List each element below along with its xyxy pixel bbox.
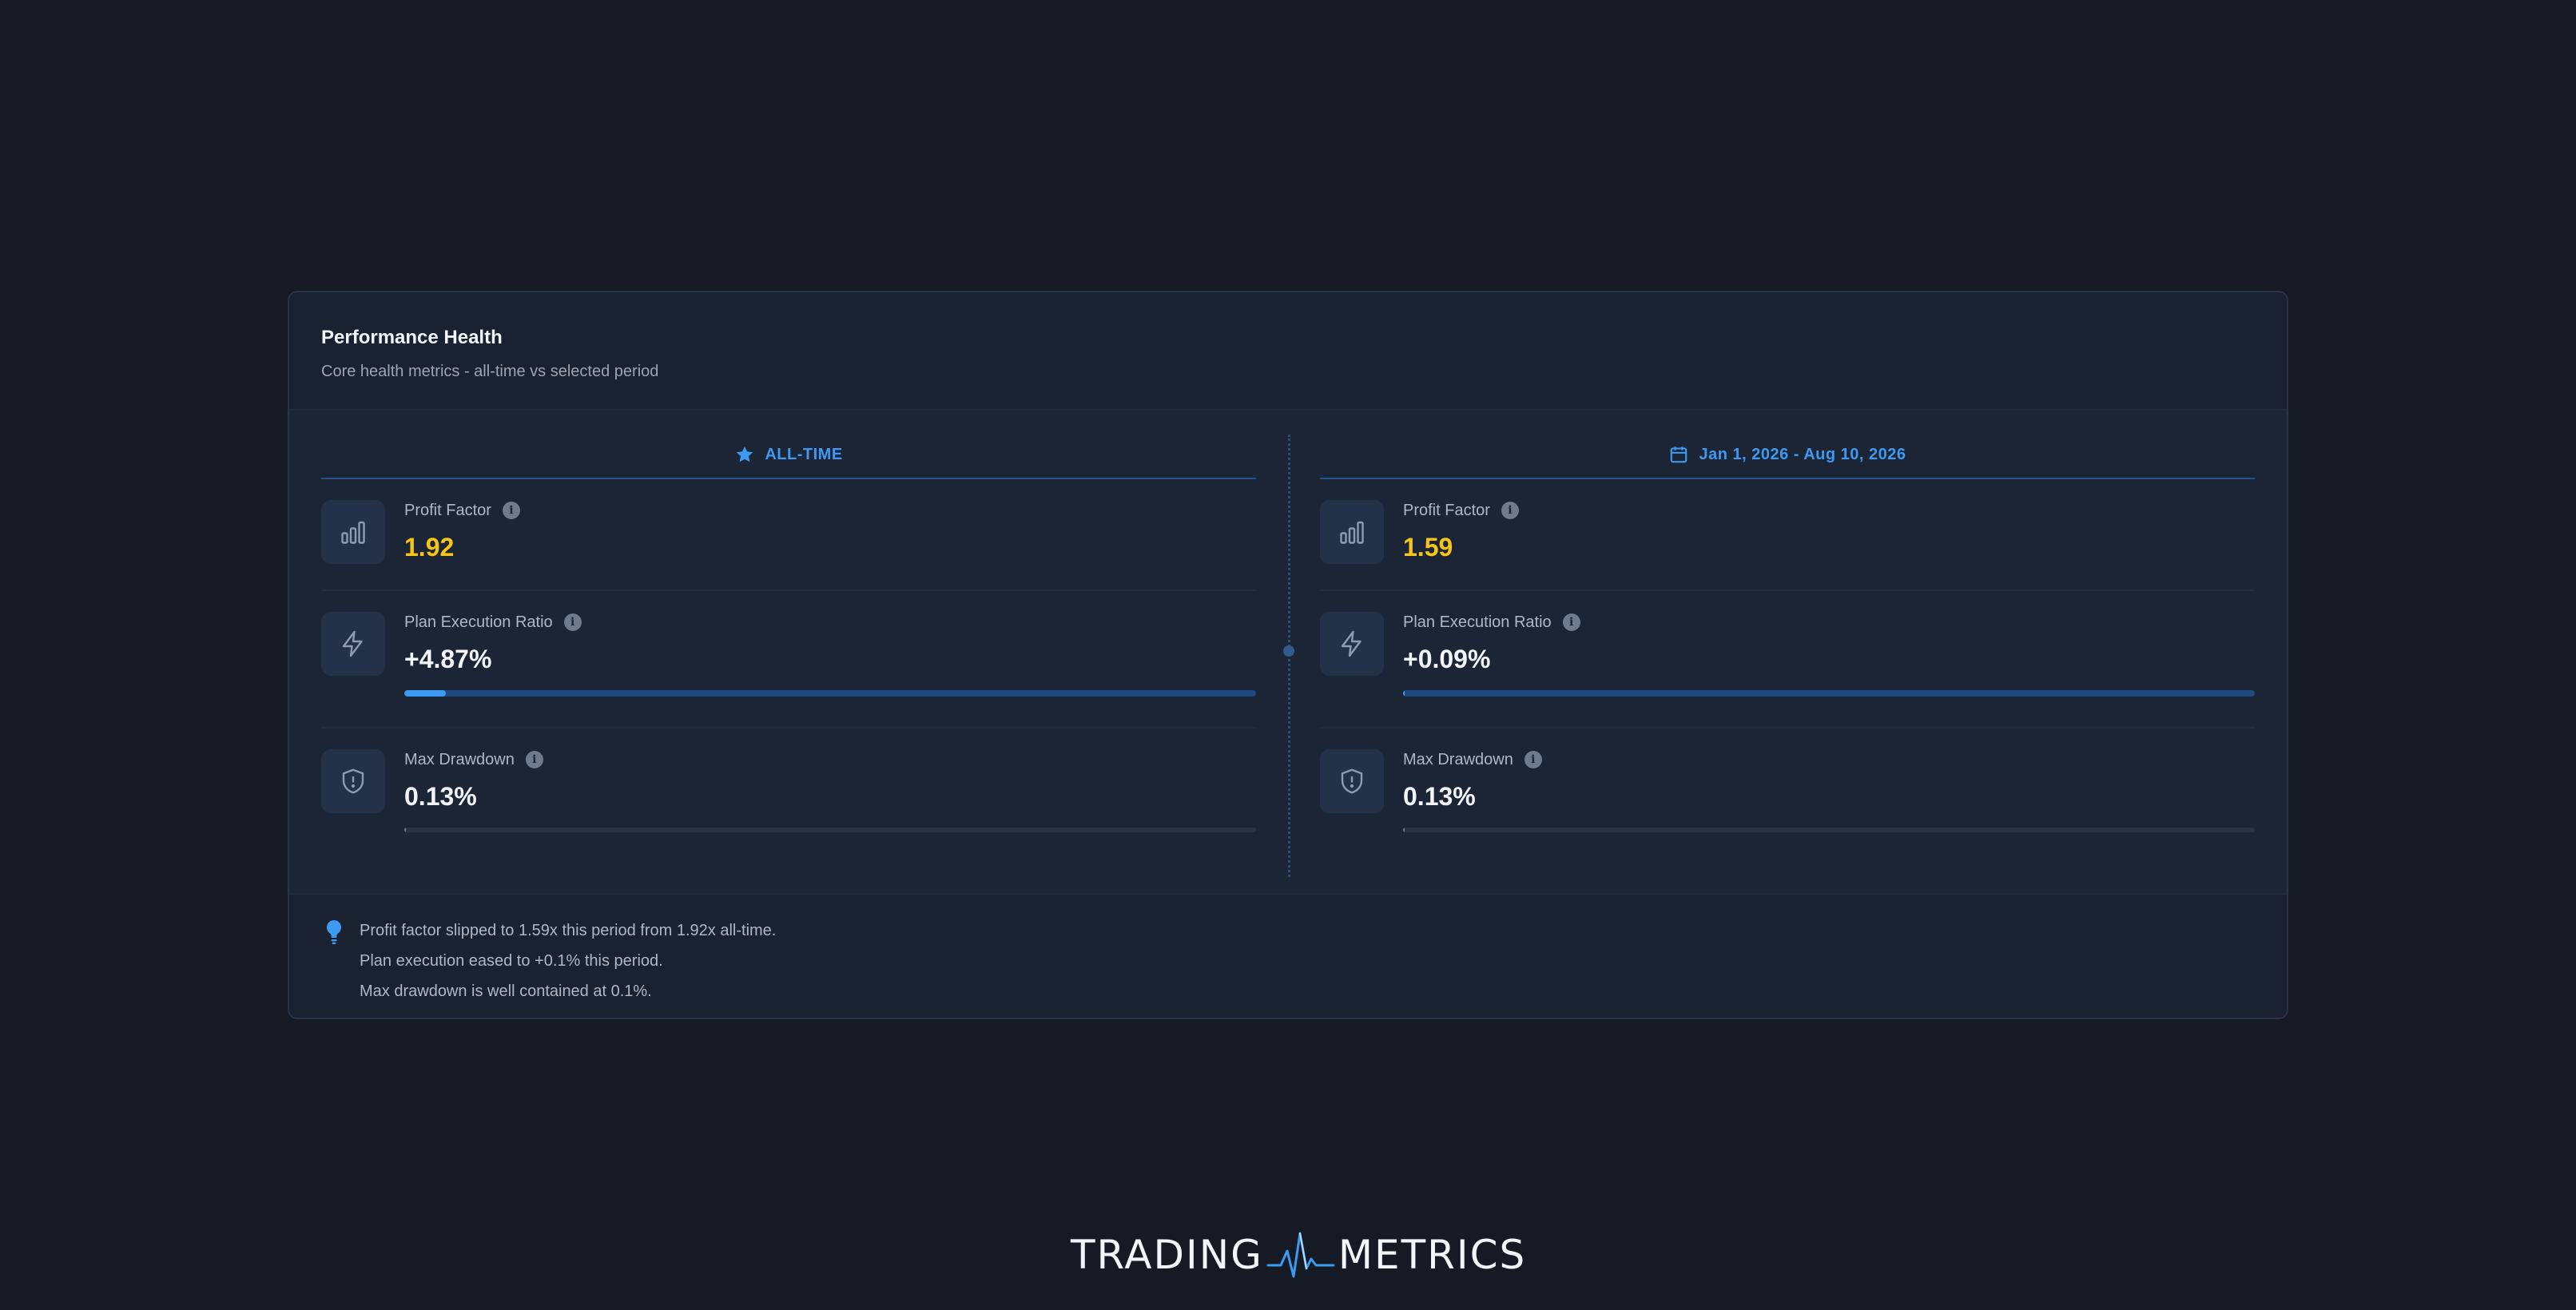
metric-value: +0.09% bbox=[1403, 645, 1491, 673]
metric-value: 1.92 bbox=[404, 533, 455, 562]
divider-dot bbox=[1283, 645, 1294, 657]
brand-text-right: METRICS bbox=[1338, 1232, 1527, 1278]
insight-item: Plan execution eased to +0.1% this perio… bbox=[360, 952, 663, 970]
info-icon[interactable]: i bbox=[563, 613, 582, 631]
metric-label: Profit Factor bbox=[404, 502, 491, 519]
brand-logo: TRADING METRICS bbox=[1071, 1227, 1525, 1283]
bar-chart-icon bbox=[321, 500, 385, 564]
column-all-time: ALL-TIME Profit Factor i 1.92 Plan Execu… bbox=[321, 431, 1256, 863]
shield-alert-icon bbox=[321, 749, 385, 813]
metric-label: Max Drawdown bbox=[1403, 751, 1513, 768]
metric-plan-execution-ratio: Plan Execution Ratio i +0.09% bbox=[1320, 591, 2255, 728]
column-header-period: Jan 1, 2026 - Aug 10, 2026 bbox=[1320, 431, 2255, 479]
pulse-logo-icon bbox=[1265, 1227, 1337, 1283]
lightbulb-icon bbox=[324, 919, 344, 946]
star-icon bbox=[734, 444, 755, 465]
progress-fill bbox=[404, 828, 406, 832]
metric-value: 0.13% bbox=[1403, 782, 1476, 811]
info-icon[interactable]: i bbox=[525, 751, 543, 768]
progress-fill bbox=[1403, 690, 1405, 697]
metric-label: Plan Execution Ratio bbox=[404, 613, 553, 631]
insights-list: Profit factor slipped to 1.59x this peri… bbox=[360, 915, 776, 1006]
metric-max-drawdown: Max Drawdown i 0.13% bbox=[321, 728, 1256, 863]
card-subtitle: Core health metrics - all-time vs select… bbox=[321, 363, 659, 380]
lightning-icon bbox=[1320, 612, 1384, 676]
info-icon[interactable]: i bbox=[502, 502, 520, 519]
progress-bar bbox=[404, 690, 1256, 697]
shield-alert-icon bbox=[1320, 749, 1384, 813]
metric-profit-factor: Profit Factor i 1.59 bbox=[1320, 479, 2255, 591]
progress-bar bbox=[1403, 690, 2255, 697]
info-icon[interactable]: i bbox=[1501, 502, 1519, 519]
progress-fill bbox=[404, 690, 446, 697]
insight-item: Profit factor slipped to 1.59x this peri… bbox=[360, 922, 777, 939]
metric-label: Profit Factor bbox=[1403, 502, 1490, 519]
comparison-body: ALL-TIME Profit Factor i 1.92 Plan Execu… bbox=[289, 411, 2287, 893]
card-title: Performance Health bbox=[321, 327, 503, 348]
card-header: Performance Health Core health metrics -… bbox=[289, 292, 2287, 411]
column-header-all-time: ALL-TIME bbox=[321, 431, 1256, 479]
bar-chart-icon bbox=[1320, 500, 1384, 564]
metric-value: 0.13% bbox=[404, 782, 477, 811]
metric-label: Plan Execution Ratio bbox=[1403, 613, 1552, 631]
metric-value: 1.59 bbox=[1403, 533, 1453, 562]
calendar-icon bbox=[1668, 444, 1689, 465]
progress-bar bbox=[1403, 828, 2255, 832]
insights-footer: Profit factor slipped to 1.59x this peri… bbox=[289, 893, 2287, 1018]
info-icon[interactable]: i bbox=[1524, 751, 1542, 768]
performance-health-card: Performance Health Core health metrics -… bbox=[288, 291, 2288, 1019]
info-icon[interactable]: i bbox=[1562, 613, 1580, 631]
progress-bar bbox=[404, 828, 1256, 832]
progress-fill bbox=[1403, 828, 1405, 832]
metric-plan-execution-ratio: Plan Execution Ratio i +4.87% bbox=[321, 591, 1256, 728]
lightning-icon bbox=[321, 612, 385, 676]
column-header-label: Jan 1, 2026 - Aug 10, 2026 bbox=[1699, 445, 1906, 463]
insight-item: Max drawdown is well contained at 0.1%. bbox=[360, 982, 652, 1000]
metric-label: Max Drawdown bbox=[404, 751, 515, 768]
metric-max-drawdown: Max Drawdown i 0.13% bbox=[1320, 728, 2255, 863]
brand-text-left: TRADING bbox=[1071, 1232, 1263, 1278]
column-header-label: ALL-TIME bbox=[765, 445, 843, 463]
metric-profit-factor: Profit Factor i 1.92 bbox=[321, 479, 1256, 591]
column-selected-period: Jan 1, 2026 - Aug 10, 2026 Profit Factor… bbox=[1320, 431, 2255, 863]
metric-value: +4.87% bbox=[404, 645, 492, 673]
